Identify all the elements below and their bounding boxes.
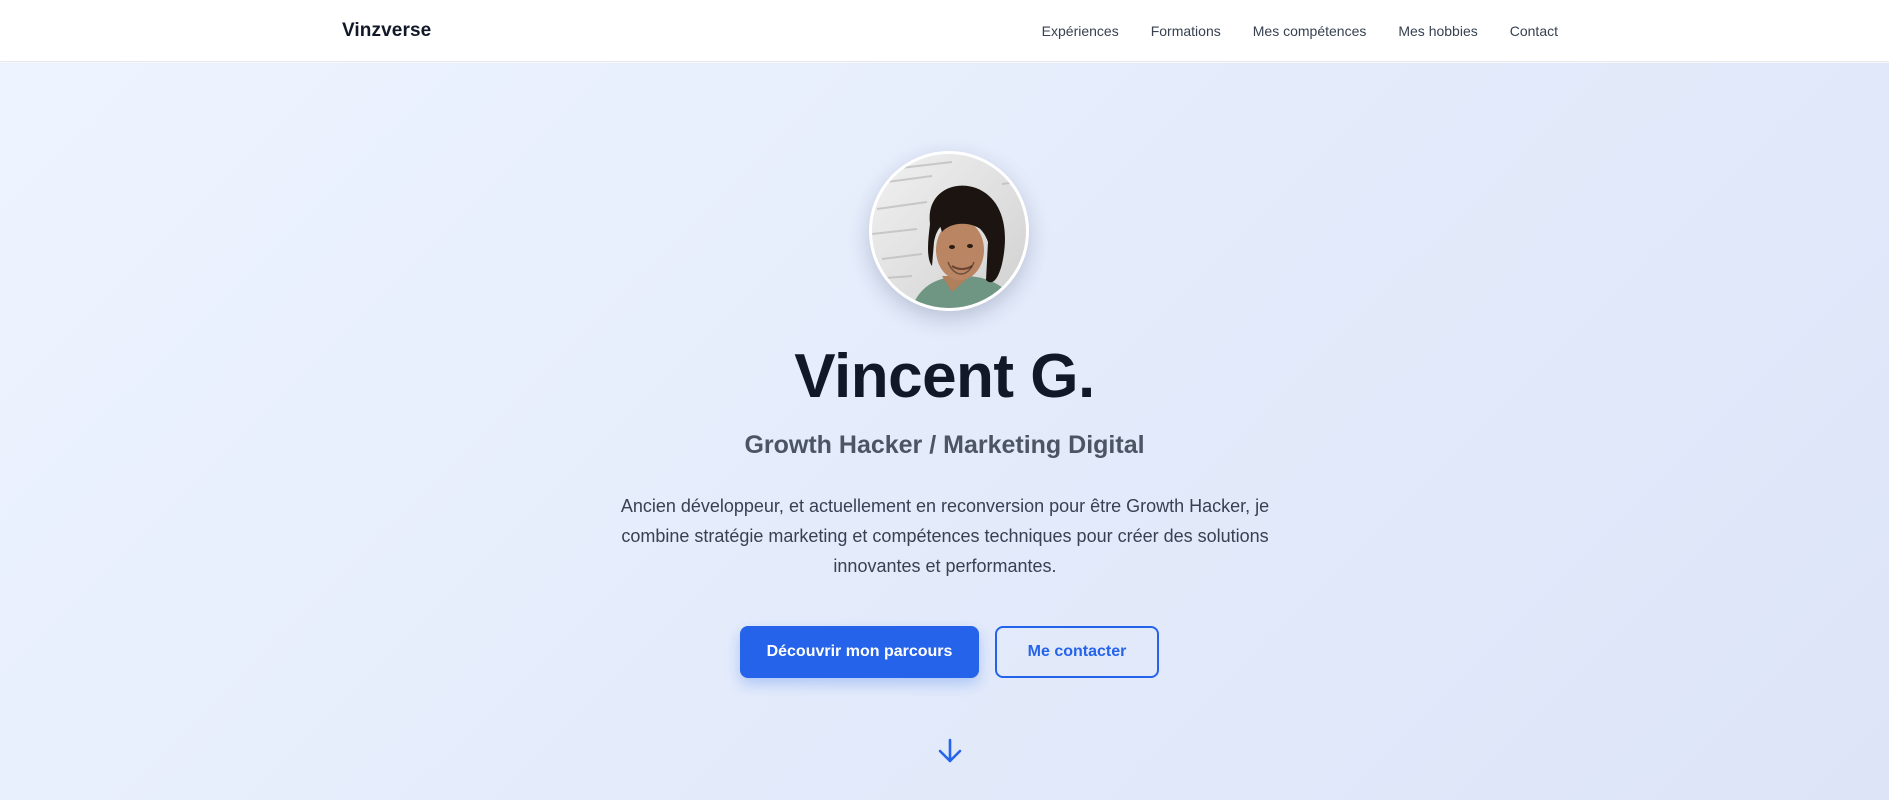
hero-section: Vincent G. Growth Hacker / Marketing Dig…: [0, 63, 1889, 800]
nav-link-contact[interactable]: Contact: [1510, 23, 1558, 39]
nav-link-formations[interactable]: Formations: [1151, 23, 1221, 39]
avatar: [869, 151, 1029, 311]
arrow-down-icon[interactable]: [935, 736, 965, 766]
contact-me-button[interactable]: Me contacter: [995, 626, 1159, 678]
top-navbar: Vinzverse Expériences Formations Mes com…: [0, 0, 1889, 62]
nav-link-experiences[interactable]: Expériences: [1042, 23, 1119, 39]
brand-logo[interactable]: Vinzverse: [342, 20, 431, 42]
hero-name: Vincent G.: [794, 342, 1095, 411]
discover-journey-button[interactable]: Découvrir mon parcours: [740, 626, 979, 678]
profile-photo: [872, 154, 1026, 308]
nav-link-competences[interactable]: Mes compétences: [1253, 23, 1367, 39]
hero-description: Ancien développeur, et actuellement en r…: [620, 496, 1270, 576]
hero-subtitle: Growth Hacker / Marketing Digital: [744, 431, 1145, 459]
nav-link-hobbies[interactable]: Mes hobbies: [1398, 23, 1477, 39]
nav-links: Expériences Formations Mes compétences M…: [1042, 23, 1558, 39]
